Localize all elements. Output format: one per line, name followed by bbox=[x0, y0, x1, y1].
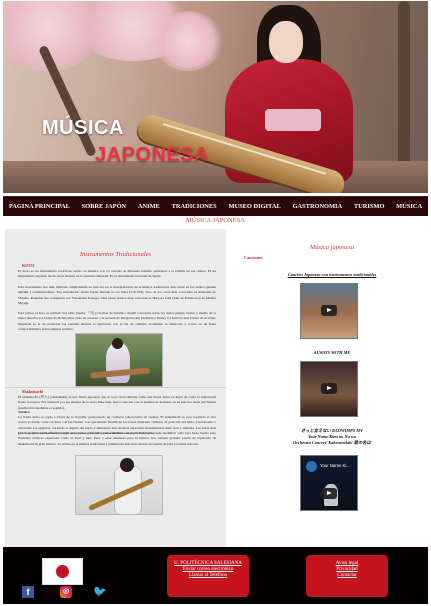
koto-paragraph-1: El Koto es un instrumento cordófono hech… bbox=[18, 269, 216, 279]
university-contact-box: U. POLITÉCNICA SALESIANA Enviar correo e… bbox=[167, 555, 249, 597]
nav-item-musica[interactable]: MÚSICA bbox=[396, 203, 422, 210]
legal-links-box: Aviso legal Privacidad Contactar bbox=[306, 555, 388, 597]
nav-item-pagina-principal[interactable]: PAGINA PRINCIPAL bbox=[9, 203, 70, 210]
hero-banner: MÚSICA JAPONESA bbox=[3, 1, 428, 193]
nav-item-anime[interactable]: ANIME bbox=[138, 203, 160, 210]
nav-item-gastronomia[interactable]: GASTRONOMIA bbox=[292, 203, 342, 210]
play-icon[interactable] bbox=[321, 383, 337, 394]
hero-title-line2: JAPONESA bbox=[95, 144, 210, 166]
koto-paragraph-3: Para pulsar el koto se utilizan tres uña… bbox=[18, 311, 216, 331]
page: MÚSICA JAPONESA PAGINA PRINCIPAL SOBRE J… bbox=[3, 1, 428, 604]
song3-caption-line3: Orchestra Concert/ Kaheranolab/ 君の名は bbox=[293, 440, 371, 445]
nav-item-sobre-japon[interactable]: SOBRE JAPÓN bbox=[82, 203, 127, 210]
tree-trunk bbox=[398, 1, 410, 171]
traditional-instruments-section: Instrumentos Tradicionales KOTO El Koto … bbox=[5, 229, 226, 547]
musician-face bbox=[269, 21, 303, 63]
koto-player-image bbox=[75, 333, 163, 387]
channel-avatar bbox=[306, 461, 317, 472]
main-nav: PAGINA PRINCIPAL SOBRE JAPÓN ANIME TRADI… bbox=[3, 196, 428, 216]
song3-caption-line1: きっと言えない RADWIMPS MV bbox=[301, 428, 363, 433]
nav-item-museo-digital[interactable]: MUSEO DIGITAL bbox=[228, 203, 280, 210]
section-heading: Instrumentos Tradicionales bbox=[79, 251, 152, 258]
page-subheading: MÚSICA JAPONESA bbox=[185, 217, 246, 224]
section-divider bbox=[5, 387, 226, 388]
ground bbox=[3, 161, 428, 193]
koto-paragraph-2: Este instrumento fue más utilizado ampli… bbox=[18, 285, 216, 305]
koto-label: KOTO bbox=[22, 263, 35, 268]
cherry-blossom-decoration bbox=[153, 11, 223, 71]
player-head bbox=[120, 458, 134, 472]
video-player-3[interactable]: Your Name Ki... bbox=[300, 455, 358, 511]
japan-flag-icon bbox=[42, 558, 83, 585]
video-player-2[interactable] bbox=[300, 361, 358, 417]
play-icon[interactable] bbox=[321, 305, 337, 316]
section-heading: Música japonesa bbox=[309, 244, 355, 251]
nav-item-turismo[interactable]: TURISMO bbox=[354, 203, 385, 210]
play-icon[interactable] bbox=[321, 488, 337, 499]
japanese-music-section: Música japonesa Canciones Canción Japone… bbox=[239, 235, 425, 535]
shakuhachi-label: Shakuhachi bbox=[22, 389, 44, 394]
video-channel-name: Your Name Ki... bbox=[320, 463, 350, 468]
contact-link[interactable]: Contactar bbox=[306, 573, 388, 579]
song3-caption-line2: Your Name/Kimi no Na wa bbox=[308, 434, 356, 439]
nav-item-tradiciones[interactable]: TRADICIONES bbox=[172, 203, 217, 210]
footer: f ◎ 🐦 U. POLITÉCNICA SALESIANA Enviar co… bbox=[3, 547, 428, 604]
video-player-1[interactable] bbox=[300, 283, 358, 339]
player-dress bbox=[106, 343, 130, 383]
twitter-icon[interactable]: 🐦 bbox=[93, 586, 107, 598]
shakuhachi-paragraph-1: El shakuhachi (尺八) [shakuhaʨi] es una fl… bbox=[18, 395, 216, 410]
facebook-icon[interactable]: f bbox=[22, 586, 34, 598]
call-phone-link[interactable]: Llamar al Teléfono bbox=[167, 573, 249, 579]
obi-sash bbox=[265, 109, 321, 131]
player-head bbox=[112, 338, 123, 349]
instagram-icon[interactable]: ◎ bbox=[60, 586, 72, 598]
flag-sun bbox=[56, 565, 69, 578]
shakuhachi-paragraph-3: Los 5 agujeros están afinados según una … bbox=[18, 431, 216, 446]
shakuhachi-player-image bbox=[75, 455, 163, 515]
songs-label: Canciones bbox=[244, 255, 263, 260]
song2-caption: ALWAYS WITH ME bbox=[313, 350, 351, 355]
song1-caption[interactable]: Canción Japonesa con instrumentos tradic… bbox=[239, 272, 425, 278]
hero-title-line1: MÚSICA bbox=[42, 117, 124, 139]
